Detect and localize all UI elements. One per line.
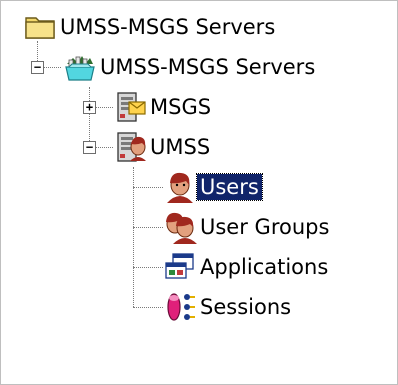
tree-node-users[interactable]: Users [163,169,263,205]
tree-node-sessions[interactable]: Sessions [163,289,294,325]
tree-line [133,307,163,308]
tree-node-label: Sessions [200,295,292,319]
tree-node-label: Users [196,173,263,201]
tree-node-server-group[interactable]: UMSS-MSGS Servers [63,49,318,85]
tree-line [133,187,163,188]
tree-node-label: Applications [200,255,329,279]
msgs-server-icon [113,90,147,124]
tree-node-label: User Groups [200,215,330,239]
tree-node-user-groups[interactable]: User Groups [163,209,332,245]
expand-toggle[interactable]: + [83,101,96,114]
users-icon [163,170,197,204]
sessions-icon [163,290,197,324]
applications-icon [163,250,197,284]
tree-line [133,267,163,268]
collapse-toggle[interactable]: − [83,141,96,154]
tree-node-umss[interactable]: UMSS [113,129,213,165]
tree-node-root[interactable]: UMSS-MSGS Servers [23,9,278,45]
server-group-icon [63,50,97,84]
tree-line [133,167,134,307]
tree-view-panel: UMSS-MSGS Servers − UMSS-MSGS Servers + [0,0,398,385]
tree-node-label: UMSS [150,135,211,159]
tree-line [133,227,163,228]
folder-icon [23,10,57,44]
umss-server-icon [113,130,147,164]
tree-node-label: MSGS [150,95,212,119]
tree-line [89,87,90,147]
user-groups-icon [163,210,197,244]
tree-node-label: UMSS-MSGS Servers [60,15,276,39]
tree-node-msgs[interactable]: MSGS [113,89,214,125]
tree-node-label: UMSS-MSGS Servers [100,55,316,79]
collapse-toggle[interactable]: − [31,61,44,74]
tree-node-applications[interactable]: Applications [163,249,331,285]
